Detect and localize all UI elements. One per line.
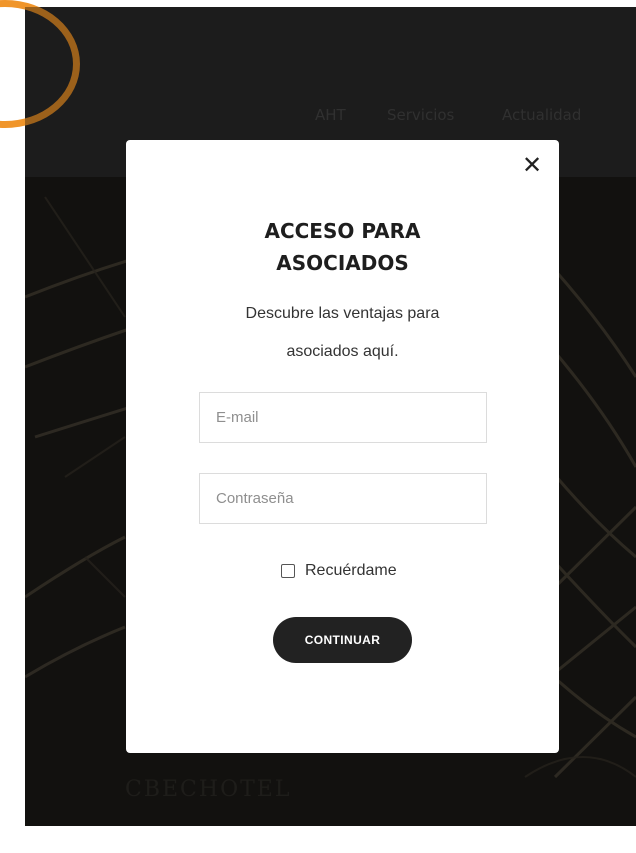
modal-title: ACCESO PARA ASOCIADOS bbox=[126, 215, 559, 279]
remember-checkbox[interactable] bbox=[281, 564, 295, 578]
remember-label: Recuérdame bbox=[305, 562, 397, 579]
continue-button[interactable]: CONTINUAR bbox=[273, 617, 412, 663]
remember-me[interactable]: Recuérdame bbox=[281, 560, 397, 582]
modal-title-line-2: ASOCIADOS bbox=[276, 251, 409, 275]
close-icon[interactable]: ✕ bbox=[519, 152, 545, 178]
page: AHT Servicios Actualidad CBECHOTEL ✕ ACC… bbox=[0, 0, 636, 853]
password-field[interactable] bbox=[199, 473, 487, 524]
modal-title-line-1: ACCESO PARA bbox=[264, 219, 421, 243]
modal-subtitle: Descubre las ventajas para asociados aqu… bbox=[245, 305, 440, 360]
email-field[interactable] bbox=[199, 392, 487, 443]
login-modal: ✕ ACCESO PARA ASOCIADOS Descubre las ven… bbox=[126, 140, 559, 753]
